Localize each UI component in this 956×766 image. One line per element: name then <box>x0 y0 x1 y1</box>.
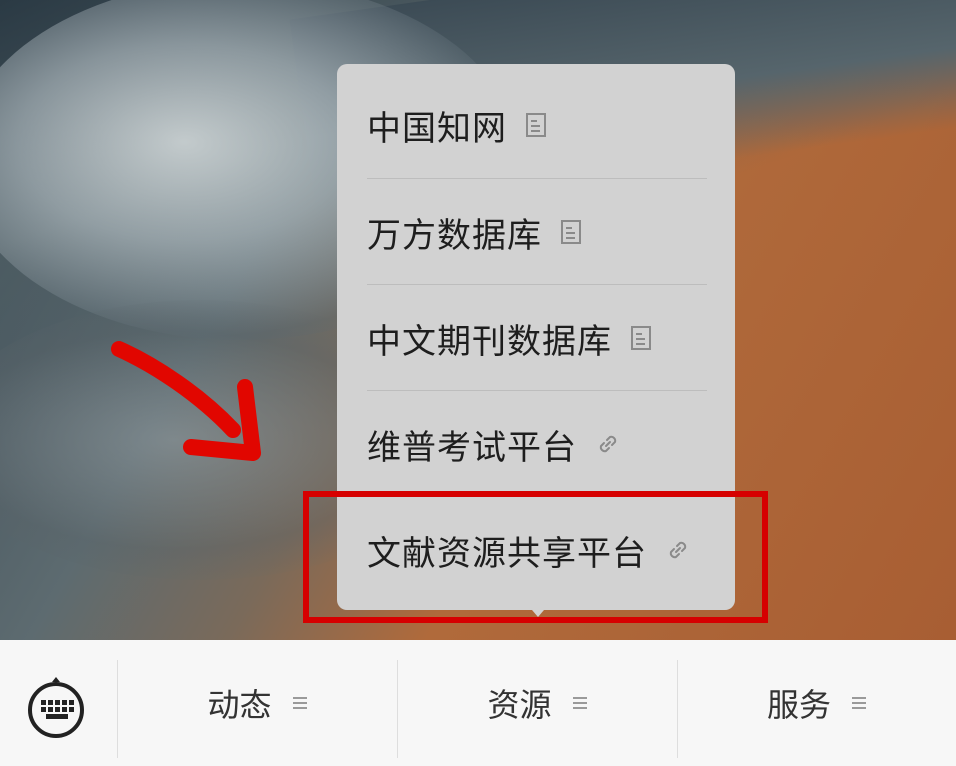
keyboard-icon[interactable] <box>22 676 90 738</box>
document-icon <box>525 112 547 138</box>
link-icon <box>595 431 621 457</box>
tab-label: 资源 <box>487 686 552 724</box>
menu-item-label: 中文期刊数据库 <box>367 321 612 362</box>
red-highlight-box <box>303 491 768 623</box>
menu-lines-icon <box>851 695 867 711</box>
tab-label: 动态 <box>207 686 272 724</box>
menu-lines-icon <box>292 695 308 711</box>
menu-item-cnki[interactable]: 中国知网 <box>367 72 707 178</box>
tab-label: 服务 <box>766 686 831 724</box>
red-arrow-icon <box>111 341 261 461</box>
tab-dynamics[interactable]: 动态 <box>118 640 397 766</box>
bottom-menu-bar: 动态 资源 服务 <box>0 640 956 766</box>
menu-lines-icon <box>572 695 588 711</box>
menu-item-label: 中国知网 <box>367 108 507 149</box>
menu-item-label: 万方数据库 <box>367 215 542 256</box>
document-icon <box>630 325 652 351</box>
menu-item-vip-exam[interactable]: 维普考试平台 <box>367 391 707 497</box>
tab-resources[interactable]: 资源 <box>398 640 677 766</box>
menu-item-label: 维普考试平台 <box>367 427 577 468</box>
menu-item-wanfang[interactable]: 万方数据库 <box>367 179 707 285</box>
menu-item-chinese-journal[interactable]: 中文期刊数据库 <box>367 285 707 391</box>
document-icon <box>560 219 582 245</box>
tab-services[interactable]: 服务 <box>678 640 956 766</box>
